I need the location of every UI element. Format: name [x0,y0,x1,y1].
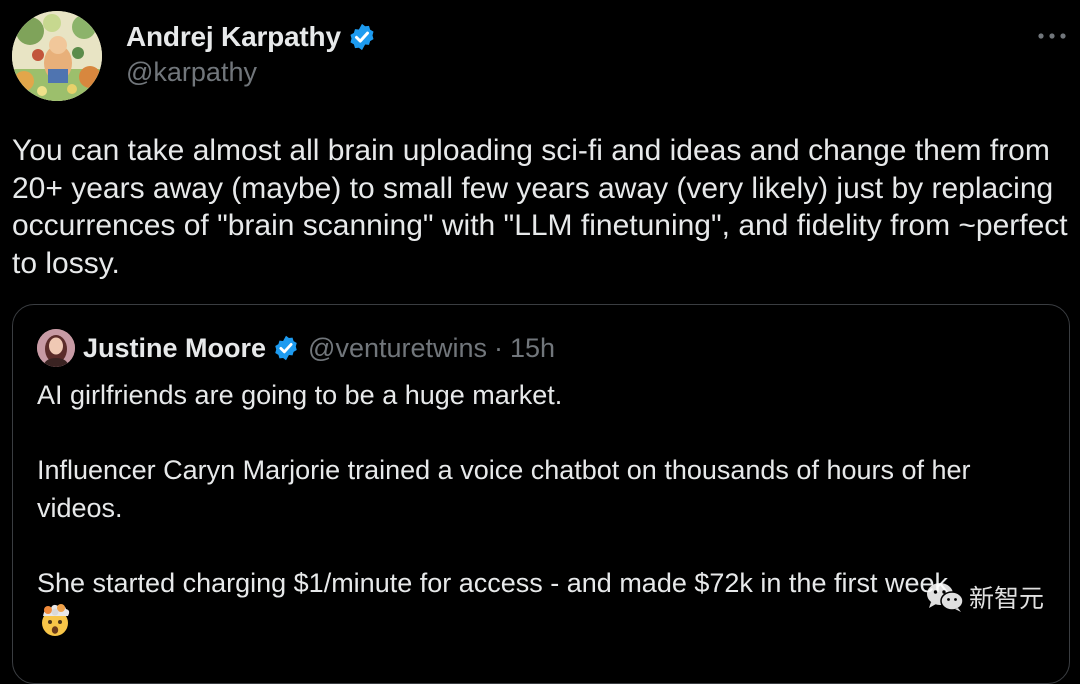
more-horizontal-icon [1038,33,1066,39]
quoted-tweet-body: AI girlfriends are going to be a huge ma… [37,377,1055,641]
wechat-logo-icon [926,583,964,612]
separator-dot: · [494,332,504,363]
quoted-tweet-header: Justine Moore @venturetwins · 15h [37,328,555,368]
quoted-author-avatar[interactable] [37,329,75,367]
avatar-illustration-icon [12,11,102,101]
quoted-paragraph: Influencer Caryn Marjorie trained a voic… [37,455,971,523]
quoted-author-name[interactable]: Justine Moore [83,333,266,364]
more-options-button[interactable] [1034,22,1070,50]
author-display-name[interactable]: Andrej Karpathy [126,21,341,53]
quoted-paragraph: She started charging $1/minute for acces… [37,565,1055,641]
tweet-text: You can take almost all brain uploading … [12,134,1076,280]
quoted-author-handle[interactable]: @venturetwins [308,333,487,364]
exploding-head-emoji-icon [37,602,73,638]
quoted-tweet-time[interactable]: 15h [510,333,555,364]
quoted-paragraph: AI girlfriends are going to be a huge ma… [37,380,563,410]
avatar-photo-icon [37,329,75,367]
author-name-row: Andrej Karpathy [126,18,377,56]
watermark: 新智元 [925,579,1044,615]
quoted-tweet-card[interactable]: Justine Moore @venturetwins · 15h AI gir… [12,304,1070,684]
quoted-paragraph-text: She started charging $1/minute for acces… [37,567,948,598]
author-avatar[interactable] [12,11,102,101]
tweet: Andrej Karpathy @karpathy You can take a… [0,0,1080,684]
author-handle[interactable]: @karpathy [126,57,257,88]
watermark-text: 新智元 [968,584,1044,613]
quoted-verified-badge-icon [272,334,300,362]
verified-badge-icon [347,22,377,52]
